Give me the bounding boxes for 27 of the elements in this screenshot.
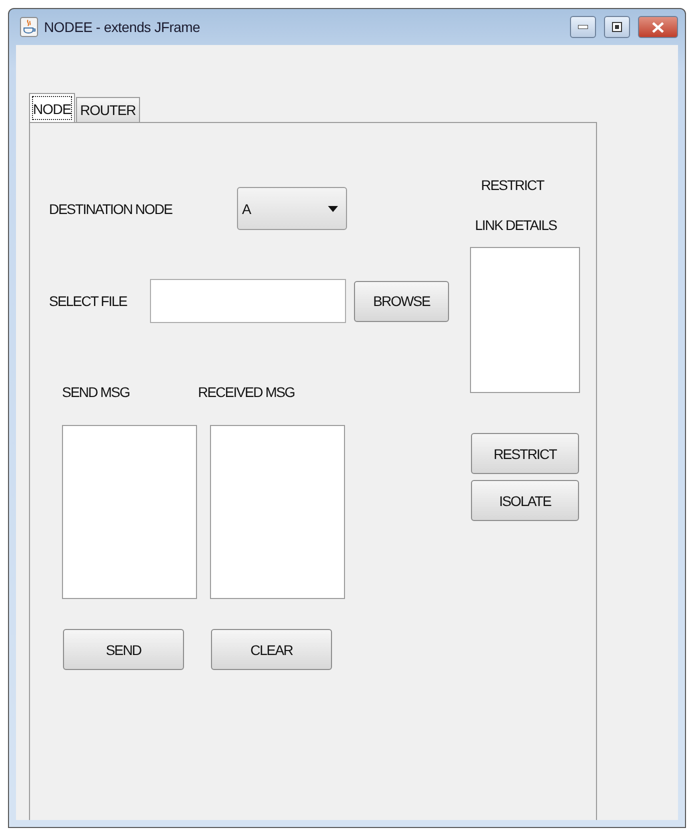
message-label: SEND MSG (62, 384, 130, 400)
window-title: NODEE - extends JFrame (44, 19, 200, 35)
select-file-label: SELECT FILE (49, 293, 128, 309)
tab[interactable]: ROUTER (76, 97, 140, 123)
link-details-label: LINK DETAILS (475, 217, 557, 233)
caret-icon (328, 206, 338, 212)
action-button[interactable]: RESTRICT (471, 433, 579, 474)
close-button[interactable] (638, 16, 678, 38)
close-icon (652, 22, 664, 32)
tab[interactable]: NODE (29, 93, 76, 123)
link-details-list[interactable] (470, 247, 580, 393)
browse-button[interactable]: BROWSE (354, 280, 449, 322)
restrict-label: RESTRICT (481, 177, 544, 193)
cup-icon (20, 17, 38, 37)
destination-label: DESTINATION NODE (49, 200, 174, 216)
minimize-icon (578, 25, 588, 29)
minimize-button[interactable] (570, 16, 596, 38)
message-label: RECEIVED MSG (198, 384, 295, 400)
maximize-button[interactable] (604, 16, 630, 38)
file-path-field[interactable] (150, 279, 346, 323)
message-button[interactable]: CLEAR (211, 629, 332, 670)
destination-dropdown[interactable]: A (237, 187, 347, 230)
message-area[interactable] (62, 425, 197, 599)
maximize-icon (612, 22, 622, 32)
action-button[interactable]: ISOLATE (471, 480, 579, 521)
message-area[interactable] (210, 425, 345, 599)
message-button[interactable]: SEND (63, 629, 184, 670)
